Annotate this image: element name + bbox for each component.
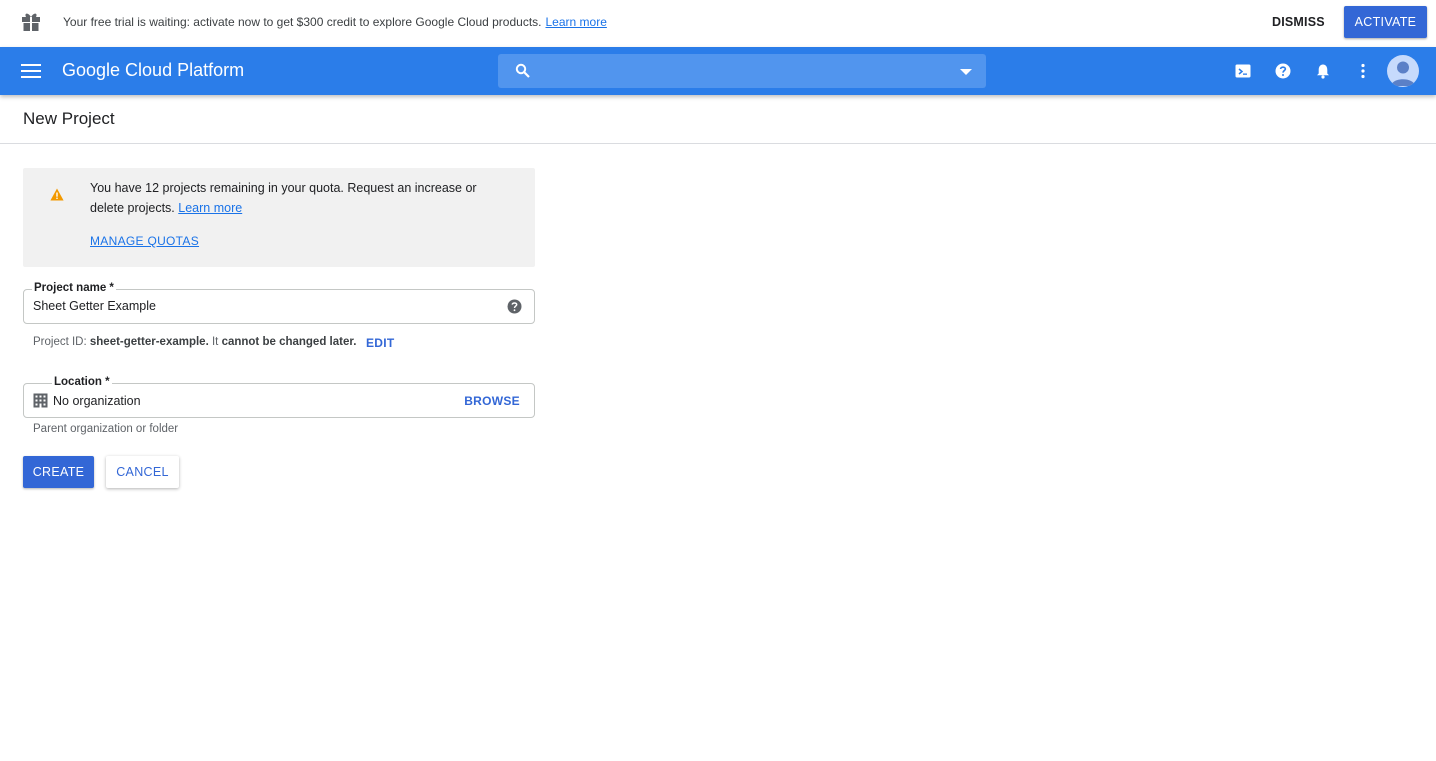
trial-learn-more-link[interactable]: Learn more <box>546 15 607 29</box>
project-id-warning: cannot be changed later. <box>221 336 357 348</box>
cancel-button[interactable]: CANCEL <box>106 456 179 488</box>
search-icon <box>515 63 530 78</box>
search-dropdown-icon[interactable] <box>960 69 972 75</box>
quota-message: You have 12 projects remaining in your q… <box>90 181 477 215</box>
browse-button[interactable]: BROWSE <box>464 394 520 408</box>
account-circle-icon <box>1391 61 1415 86</box>
dismiss-button[interactable]: DISMISS <box>1262 8 1335 36</box>
warning-icon <box>50 188 64 201</box>
help-icon[interactable] <box>1275 63 1291 79</box>
page-title-bar: New Project <box>0 95 1436 144</box>
help-circle-icon[interactable] <box>507 299 522 314</box>
project-id-middle: It <box>211 336 219 348</box>
account-avatar[interactable] <box>1387 55 1419 87</box>
notifications-icon[interactable] <box>1315 63 1331 79</box>
search-bar[interactable] <box>498 54 986 88</box>
trial-message-text: Your free trial is waiting: activate now… <box>63 15 542 29</box>
quota-notice-text: You have 12 projects remaining in your q… <box>90 178 510 218</box>
menu-icon[interactable] <box>21 64 41 78</box>
organization-icon <box>33 393 48 408</box>
trial-banner: Your free trial is waiting: activate now… <box>0 0 1436 47</box>
more-vert-icon[interactable] <box>1355 63 1371 79</box>
activate-button[interactable]: ACTIVATE <box>1344 6 1427 38</box>
quota-notice: You have 12 projects remaining in your q… <box>23 168 535 267</box>
location-label: Location * <box>52 376 112 388</box>
project-name-label: Project name * <box>32 282 116 294</box>
edit-project-id-button[interactable]: EDIT <box>366 336 395 350</box>
manage-quotas-link[interactable]: MANAGE QUOTAS <box>90 234 199 248</box>
location-field[interactable]: Location * No organization BROWSE <box>23 376 535 418</box>
create-button[interactable]: CREATE <box>23 456 94 488</box>
gift-icon <box>22 13 40 31</box>
project-id-hint: Project ID: sheet-getter-example. It can… <box>33 336 356 348</box>
trial-message: Your free trial is waiting: activate now… <box>63 15 607 29</box>
project-id-prefix: Project ID: <box>33 336 87 348</box>
cloud-shell-icon[interactable] <box>1235 63 1251 79</box>
project-name-value[interactable]: Sheet Getter Example <box>33 299 156 313</box>
location-hint: Parent organization or folder <box>33 423 179 435</box>
project-name-field[interactable]: Project name * Sheet Getter Example <box>23 282 535 324</box>
location-value: No organization <box>53 394 141 408</box>
quota-learn-more-link[interactable]: Learn more <box>178 201 242 215</box>
top-app-bar: Google Cloud Platform <box>0 47 1436 95</box>
page-title: New Project <box>23 109 115 128</box>
brand-title[interactable]: Google Cloud Platform <box>62 60 244 81</box>
project-id-value: sheet-getter-example. <box>89 336 209 348</box>
